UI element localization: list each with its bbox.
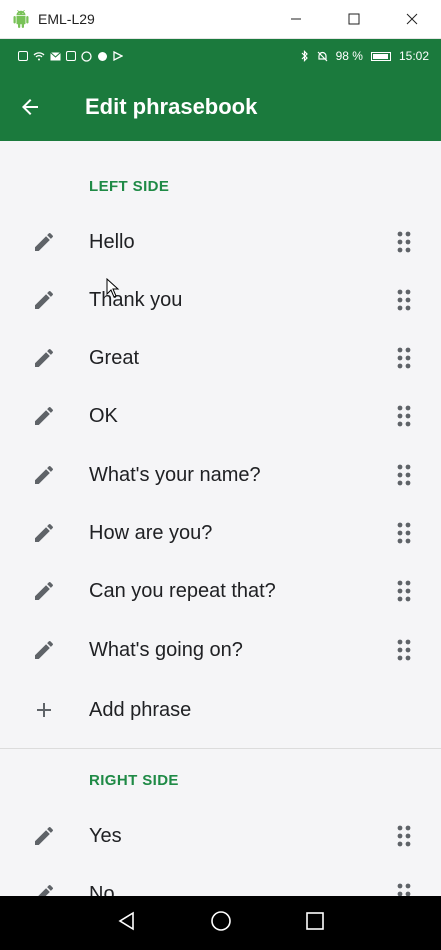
close-icon	[406, 13, 418, 25]
phrase-label: Yes	[89, 824, 122, 847]
list-item[interactable]: Yes	[0, 807, 441, 865]
close-button[interactable]	[383, 0, 441, 39]
battery-icon	[370, 51, 391, 61]
drag-handle-icon[interactable]	[391, 403, 417, 429]
edit-icon[interactable]	[30, 519, 58, 547]
drag-handle-icon[interactable]	[391, 462, 417, 488]
status-bar: 98 % 15:02	[0, 39, 441, 73]
back-arrow-icon	[22, 99, 38, 115]
notification-icon	[18, 51, 28, 61]
app-notification-icon	[66, 51, 76, 61]
maximize-button[interactable]	[325, 0, 383, 39]
window-titlebar: EML-L29	[0, 0, 441, 39]
edit-icon[interactable]	[30, 344, 58, 372]
drag-handle-icon[interactable]	[391, 229, 417, 255]
phrase-label: What's your name?	[89, 463, 261, 486]
battery-percent: 98 %	[335, 49, 363, 63]
section-divider	[0, 748, 441, 749]
edit-icon[interactable]	[30, 402, 58, 430]
list-item[interactable]: No	[0, 865, 441, 896]
bluetooth-icon	[301, 50, 308, 62]
add-phrase-button[interactable]: Add phrase	[0, 681, 441, 739]
list-item[interactable]: What's going on?	[0, 621, 441, 679]
edit-icon[interactable]	[30, 577, 58, 605]
navigation-bar	[0, 896, 441, 950]
drag-handle-icon[interactable]	[391, 823, 417, 849]
list-item[interactable]: How are you?	[0, 504, 441, 562]
minimize-icon	[291, 18, 301, 20]
nav-recents-button[interactable]	[305, 911, 325, 936]
play-icon	[113, 51, 123, 61]
sync-icon	[98, 51, 107, 61]
nav-home-button[interactable]	[210, 910, 232, 937]
maximize-icon	[348, 13, 360, 25]
left-side-title: LEFT SIDE	[89, 178, 170, 195]
list-item[interactable]: Great	[0, 329, 441, 387]
square-recents-icon	[305, 911, 324, 930]
minimize-button[interactable]	[267, 0, 325, 39]
triangle-back-icon	[117, 911, 134, 930]
edit-icon[interactable]	[30, 822, 58, 850]
drag-handle-icon[interactable]	[391, 520, 417, 546]
add-phrase-label: Add phrase	[89, 698, 192, 721]
edit-icon[interactable]	[30, 286, 58, 314]
phrase-label: What's going on?	[89, 638, 243, 661]
phrase-label: Can you repeat that?	[89, 579, 276, 602]
edit-icon[interactable]	[30, 461, 58, 489]
phrase-label: Great	[89, 346, 140, 369]
list-item[interactable]: Hello	[0, 213, 441, 271]
back-button[interactable]	[0, 73, 65, 141]
plus-icon	[30, 696, 58, 724]
list-item[interactable]: OK	[0, 387, 441, 445]
mute-icon	[317, 51, 328, 61]
status-time: 15:02	[398, 49, 429, 63]
edit-icon[interactable]	[30, 880, 58, 896]
phrase-label: How are you?	[89, 521, 213, 544]
edit-icon[interactable]	[30, 228, 58, 256]
drag-handle-icon[interactable]	[391, 637, 417, 663]
page-title: Edit phrasebook	[85, 94, 258, 119]
list-item[interactable]: Can you repeat that?	[0, 562, 441, 620]
list-item[interactable]: What's your name?	[0, 446, 441, 504]
right-side-title: RIGHT SIDE	[89, 772, 179, 789]
drag-handle-icon[interactable]	[391, 345, 417, 371]
mouse-cursor-icon	[106, 278, 120, 298]
edit-icon[interactable]	[30, 636, 58, 664]
phrase-label: No	[89, 882, 115, 897]
android-icon	[13, 10, 29, 28]
drag-handle-icon[interactable]	[391, 881, 417, 896]
phrase-label: Thank you	[89, 288, 183, 311]
window-title: EML-L29	[38, 11, 95, 27]
app-bar: Edit phrasebook	[0, 73, 441, 141]
mail-icon	[50, 51, 61, 60]
drag-handle-icon[interactable]	[391, 287, 417, 313]
whatsapp-icon	[81, 50, 92, 62]
phrase-label: Hello	[89, 230, 135, 253]
drag-handle-icon[interactable]	[391, 578, 417, 604]
phrase-list: LEFT SIDE Hello Thank you Great OK What'…	[0, 141, 441, 896]
nav-back-button[interactable]	[117, 911, 137, 936]
circle-home-icon	[210, 910, 231, 931]
list-item[interactable]: Thank you	[0, 271, 441, 329]
wifi-icon	[33, 52, 45, 61]
phrase-label: OK	[89, 404, 118, 427]
